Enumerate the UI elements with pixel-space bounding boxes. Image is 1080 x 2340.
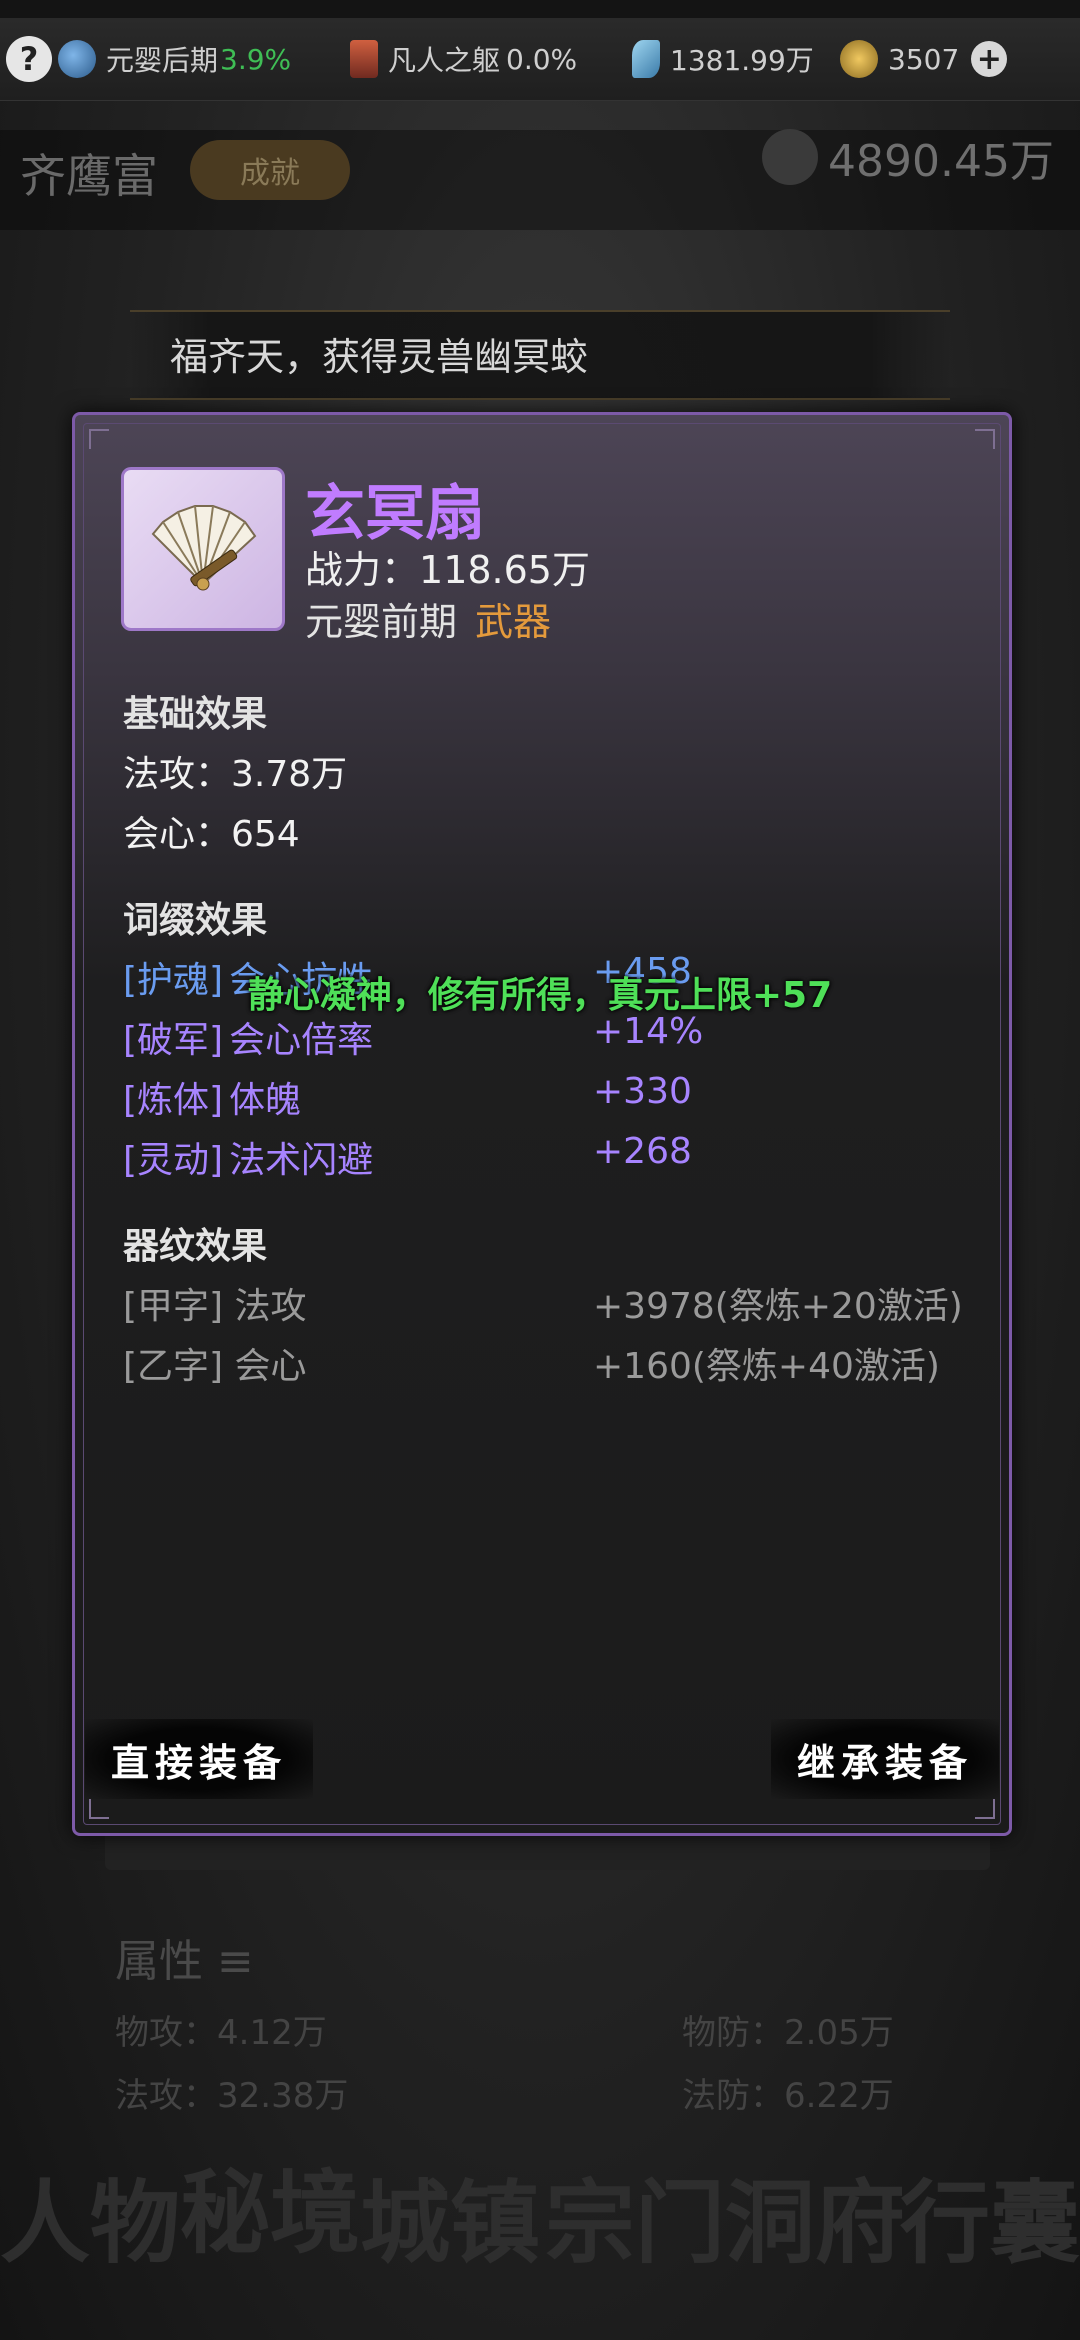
attr-physical-defense: 物防：2.05万 xyxy=(682,2013,894,2053)
help-icon[interactable]: ? xyxy=(6,36,52,82)
help-button[interactable]: ? xyxy=(6,18,52,100)
currency-value: 4890.45万 xyxy=(828,136,1054,187)
nav-town[interactable]: 城镇 xyxy=(360,2150,540,2280)
nav-sect[interactable]: 宗门 xyxy=(545,2150,725,2280)
spirit-stone-icon xyxy=(632,40,660,78)
rune-effects-title: 器纹效果 xyxy=(123,1226,268,1267)
nav-character[interactable]: 人物 xyxy=(0,2150,180,2280)
affix-row: [炼体] 体魄 +330 xyxy=(123,1071,692,1121)
equip-directly-button[interactable]: 直接装备 xyxy=(85,1719,314,1799)
attr-physical-attack: 物攻：4.12万 xyxy=(115,2013,327,2053)
affix-row: [灵动] 法术闪避 +268 xyxy=(123,1131,692,1181)
item-icon-box xyxy=(121,467,285,631)
item-power: 战力：118.65万 xyxy=(305,548,590,592)
attributes-title: 属性 ≡ xyxy=(115,1936,254,1987)
body-progress: 凡人之躯 0.0% xyxy=(350,18,577,100)
yin-yang-icon xyxy=(58,40,96,78)
rune-row: [甲字] 法攻 +3978(祭炼+20激活) xyxy=(123,1286,963,1327)
body-cultivation-icon xyxy=(350,40,378,78)
frame-corner xyxy=(89,1799,109,1819)
nav-secret-realm[interactable]: 秘境 xyxy=(180,2140,360,2270)
affix-row: [破军] 会心倍率 +14% xyxy=(123,1011,704,1061)
gold-currency: 3507 + xyxy=(840,18,1008,100)
nav-bag[interactable]: 行囊 xyxy=(900,2150,1080,2280)
bottom-nav: 人物 秘境 城镇 宗门 洞府 行囊 xyxy=(0,2140,1080,2340)
add-gold-icon[interactable]: + xyxy=(971,41,1008,77)
currency-display: 4890.45万 xyxy=(762,125,1054,189)
frame-corner xyxy=(975,1799,995,1819)
player-name: 齐鹰富 xyxy=(20,149,158,203)
top-status-bar: ? 元婴后期 3.9% 凡人之躯 0.0% 1381.99万 3507 + xyxy=(0,18,1080,101)
rune-row: [乙字] 会心 +160(祭炼+40激活) xyxy=(123,1346,940,1387)
base-effects-title: 基础效果 xyxy=(123,694,268,735)
frame-corner xyxy=(975,429,995,449)
nav-cave[interactable]: 洞府 xyxy=(725,2150,905,2280)
attr-magic-defense: 法防：6.22万 xyxy=(682,2076,894,2116)
realm-progress: 元婴后期 3.9% xyxy=(58,18,291,100)
frame-corner xyxy=(89,429,109,449)
item-detail-dialog: 玄冥扇 战力：118.65万 元婴前期 武器 基础效果 法攻：3.78万 会心：6… xyxy=(72,412,1012,1836)
yin-yang-coin-icon xyxy=(762,129,819,185)
inherit-equip-button[interactable]: 继承装备 xyxy=(770,1719,999,1799)
spirit-stones: 1381.99万 xyxy=(632,18,814,100)
base-stat: 会心：654 xyxy=(123,814,300,855)
affix-effects-title: 词缀效果 xyxy=(123,900,268,941)
base-stat: 法攻：3.78万 xyxy=(123,754,348,795)
gold-coin-icon xyxy=(840,40,878,78)
cultivation-toast: 静心凝神，修有所得，真元上限+57 xyxy=(247,975,833,1016)
attr-magic-attack: 法攻：32.38万 xyxy=(115,2076,349,2116)
fan-icon xyxy=(151,505,257,591)
achievement-button[interactable]: 成就 xyxy=(190,140,350,200)
item-realm-type: 元婴前期 武器 xyxy=(305,600,552,644)
announcement-text: 福齐天，获得灵兽幽冥蛟 xyxy=(170,335,589,379)
